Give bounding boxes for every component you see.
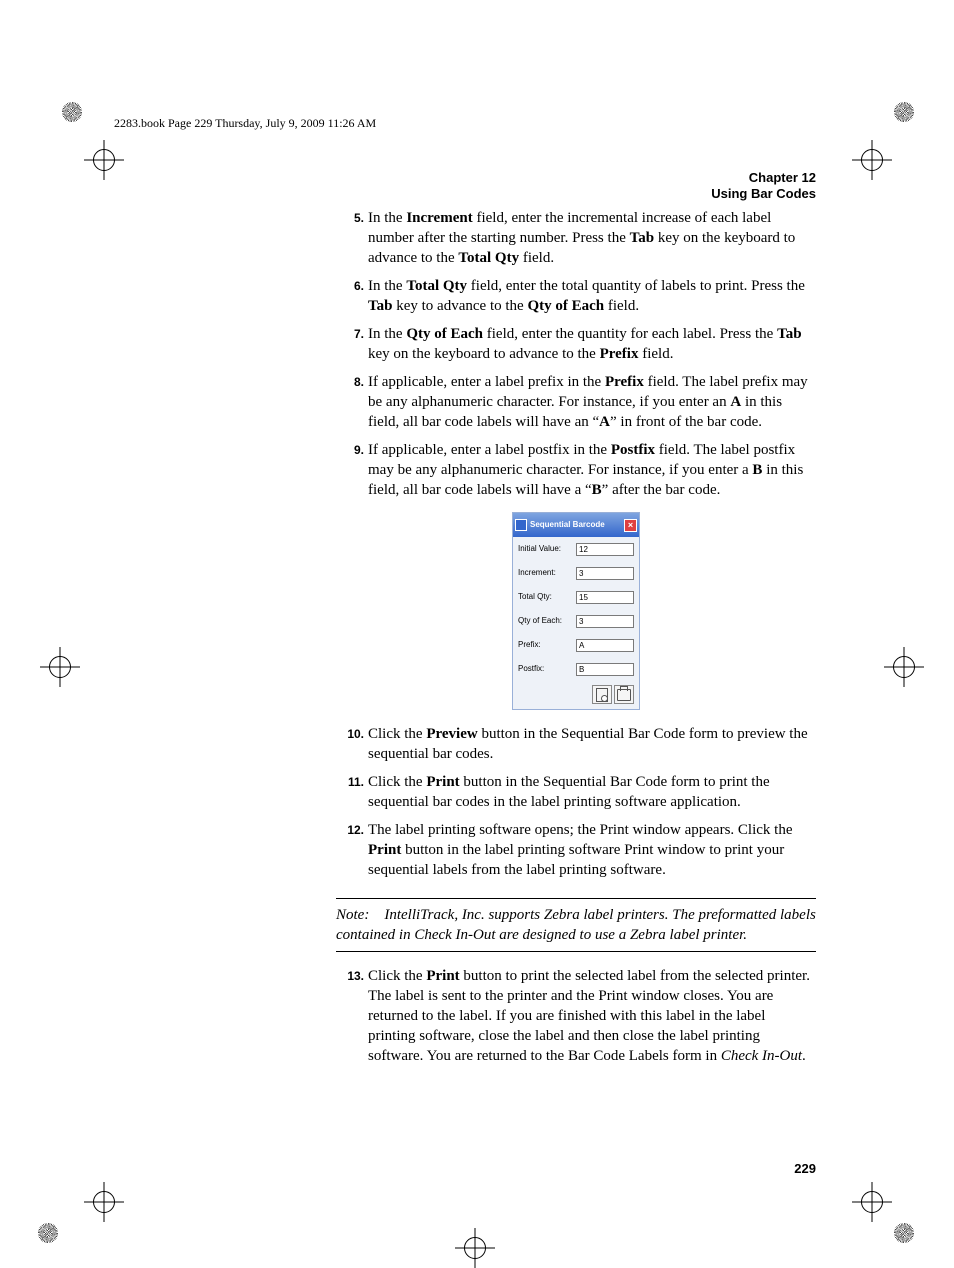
registration-mark — [84, 140, 124, 180]
step-9: 9. If applicable, enter a label postfix … — [336, 440, 816, 500]
step-text: In the Total Qty field, enter the total … — [368, 276, 816, 316]
registration-mark — [84, 1182, 124, 1222]
preview-icon — [596, 688, 608, 702]
step-10: 10. Click the Preview button in the Sequ… — [336, 724, 816, 764]
step-12: 12. The label printing software opens; t… — [336, 820, 816, 880]
step-number: 10. — [336, 724, 368, 764]
chapter-number: Chapter 12 — [711, 170, 816, 186]
chapter-title: Using Bar Codes — [711, 186, 816, 202]
registration-mark — [884, 647, 924, 687]
input-postfix[interactable] — [576, 663, 634, 676]
dialog-titlebar: Sequential Barcode × — [513, 513, 639, 537]
label-total-qty: Total Qty: — [518, 587, 552, 607]
step-text: In the Increment field, enter the increm… — [368, 208, 816, 268]
step-number: 11. — [336, 772, 368, 812]
step-11: 11. Click the Print button in the Sequen… — [336, 772, 816, 812]
step-text: If applicable, enter a label prefix in t… — [368, 372, 816, 432]
step-number: 6. — [336, 276, 368, 316]
step-8: 8. If applicable, enter a label prefix i… — [336, 372, 816, 432]
step-number: 12. — [336, 820, 368, 880]
label-prefix: Prefix: — [518, 635, 541, 655]
print-button[interactable] — [614, 685, 634, 704]
input-total-qty[interactable] — [576, 591, 634, 604]
app-icon — [515, 519, 527, 531]
main-content: 5. In the Increment field, enter the inc… — [336, 208, 816, 1074]
label-initial-value: Initial Value: — [518, 539, 561, 559]
preview-button[interactable] — [592, 685, 612, 704]
note-text: Note: IntelliTrack, Inc. supports Zebra … — [336, 905, 816, 945]
step-5: 5. In the Increment field, enter the inc… — [336, 208, 816, 268]
step-number: 8. — [336, 372, 368, 432]
step-13: 13. Click the Print button to print the … — [336, 966, 816, 1066]
page-header-line: 2283.book Page 229 Thursday, July 9, 200… — [114, 116, 376, 131]
label-qty-of-each: Qty of Each: — [518, 611, 562, 631]
printer-icon — [617, 689, 631, 701]
print-mark-br — [894, 1223, 914, 1243]
step-text: The label printing software opens; the P… — [368, 820, 816, 880]
print-mark-bl — [38, 1223, 58, 1243]
registration-mark — [40, 647, 80, 687]
step-number: 5. — [336, 208, 368, 268]
registration-mark — [852, 1182, 892, 1222]
step-number: 9. — [336, 440, 368, 500]
step-text: Click the Print button in the Sequential… — [368, 772, 816, 812]
registration-mark — [455, 1228, 495, 1268]
input-qty-of-each[interactable] — [576, 615, 634, 628]
registration-mark — [852, 140, 892, 180]
step-number: 7. — [336, 324, 368, 364]
step-text: Click the Print button to print the sele… — [368, 966, 816, 1066]
step-7: 7. In the Qty of Each field, enter the q… — [336, 324, 816, 364]
print-mark-tl — [62, 102, 82, 122]
input-prefix[interactable] — [576, 639, 634, 652]
rule — [336, 951, 816, 952]
step-text: If applicable, enter a label postfix in … — [368, 440, 816, 500]
label-postfix: Postfix: — [518, 659, 544, 679]
rule — [336, 898, 816, 899]
dialog-title: Sequential Barcode — [530, 515, 605, 535]
step-number: 13. — [336, 966, 368, 1066]
label-increment: Increment: — [518, 563, 556, 583]
step-text: Click the Preview button in the Sequenti… — [368, 724, 816, 764]
step-text: In the Qty of Each field, enter the quan… — [368, 324, 816, 364]
input-increment[interactable] — [576, 567, 634, 580]
page-number: 229 — [794, 1161, 816, 1176]
step-6: 6. In the Total Qty field, enter the tot… — [336, 276, 816, 316]
chapter-header: Chapter 12 Using Bar Codes — [711, 170, 816, 202]
input-initial-value[interactable] — [576, 543, 634, 556]
sequential-barcode-dialog: Sequential Barcode × Initial Value: Incr… — [512, 512, 640, 710]
print-mark-tr — [894, 102, 914, 122]
close-icon[interactable]: × — [624, 519, 637, 532]
